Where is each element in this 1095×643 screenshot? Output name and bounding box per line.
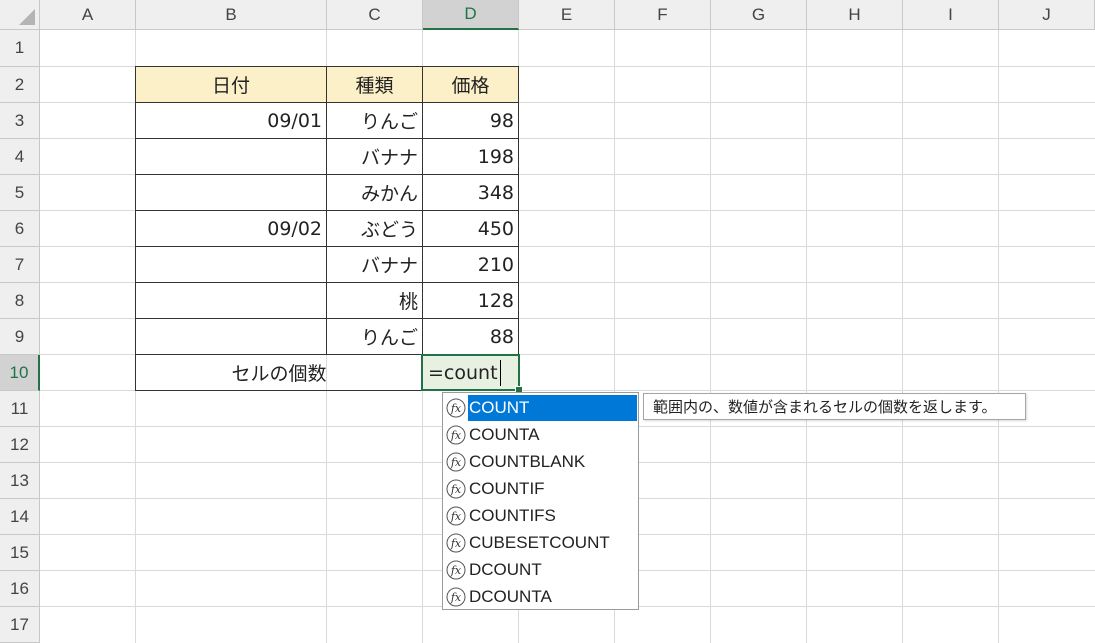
function-description-tooltip: 範囲内の、数値が含まれるセルの個数を返します。 (643, 393, 1026, 420)
row-header-12[interactable]: 12 (0, 427, 40, 463)
price-cell[interactable]: 98 (423, 103, 519, 139)
function-fx-icon: fx (445, 451, 467, 473)
row-header-5[interactable]: 5 (0, 175, 40, 211)
header-date[interactable]: 日付 (136, 67, 327, 103)
price-cell[interactable]: 210 (423, 247, 519, 283)
autocomplete-item-dcount[interactable]: fx DCOUNT (445, 557, 637, 583)
date-cell[interactable]: 09/01 (136, 103, 327, 139)
column-header-f[interactable]: F (615, 0, 711, 30)
row-header-13[interactable]: 13 (0, 463, 40, 499)
svg-text:fx: fx (450, 429, 462, 442)
autocomplete-item-cubesetcount[interactable]: fx CUBESETCOUNT (445, 530, 637, 556)
function-fx-icon: fx (445, 478, 467, 500)
column-header-e[interactable]: E (519, 0, 615, 30)
function-autocomplete-list: fx COUNT fx COUNTA fx COUNTBLANK fx COUN… (442, 392, 639, 610)
column-header-a[interactable]: A (40, 0, 136, 30)
price-cell[interactable]: 450 (423, 211, 519, 247)
function-fx-icon: fx (445, 505, 467, 527)
svg-text:fx: fx (450, 402, 462, 415)
date-cell[interactable] (136, 283, 327, 319)
svg-text:fx: fx (450, 537, 462, 550)
price-cell[interactable]: 198 (423, 139, 519, 175)
spreadsheet: A B C D E F G H I J 1 2 3 4 5 6 7 8 9 10… (0, 0, 1095, 643)
function-fx-icon: fx (445, 424, 467, 446)
row-header-2[interactable]: 2 (0, 67, 40, 103)
column-header-b[interactable]: B (136, 0, 327, 30)
row-header-15[interactable]: 15 (0, 535, 40, 571)
row-header-7[interactable]: 7 (0, 247, 40, 283)
price-cell[interactable]: 348 (423, 175, 519, 211)
function-fx-icon: fx (445, 559, 467, 581)
type-cell[interactable]: バナナ (327, 139, 423, 175)
row-header-8[interactable]: 8 (0, 283, 40, 319)
svg-text:fx: fx (450, 564, 462, 577)
type-cell[interactable]: りんご (327, 319, 423, 355)
autocomplete-item-countif[interactable]: fx COUNTIF (445, 476, 637, 502)
function-fx-icon: fx (445, 397, 467, 419)
column-header-h[interactable]: H (807, 0, 903, 30)
type-cell[interactable]: 桃 (327, 283, 423, 319)
row-header-16[interactable]: 16 (0, 571, 40, 607)
date-cell[interactable] (136, 247, 327, 283)
type-cell[interactable]: みかん (327, 175, 423, 211)
row-header-14[interactable]: 14 (0, 499, 40, 535)
svg-text:fx: fx (450, 510, 462, 523)
formula-input-text: =count (428, 361, 498, 384)
row-header-10[interactable]: 10 (0, 355, 40, 391)
svg-text:fx: fx (450, 591, 462, 604)
column-header-i[interactable]: I (903, 0, 999, 30)
header-price[interactable]: 価格 (423, 67, 519, 103)
date-cell[interactable] (136, 319, 327, 355)
summary-label-cell[interactable]: セルの個数 (136, 355, 423, 391)
column-header-g[interactable]: G (711, 0, 807, 30)
price-cell[interactable]: 128 (423, 283, 519, 319)
row-header-1[interactable]: 1 (0, 30, 40, 67)
date-cell[interactable] (136, 175, 327, 211)
column-header-d[interactable]: D (423, 0, 519, 30)
date-cell[interactable] (136, 139, 327, 175)
type-cell[interactable]: バナナ (327, 247, 423, 283)
autocomplete-item-countifs[interactable]: fx COUNTIFS (445, 503, 637, 529)
row-header-17[interactable]: 17 (0, 607, 40, 643)
column-header-j[interactable]: J (999, 0, 1095, 30)
date-cell[interactable]: 09/02 (136, 211, 327, 247)
row-header-3[interactable]: 3 (0, 103, 40, 139)
function-fx-icon: fx (445, 586, 467, 608)
price-cell[interactable]: 88 (423, 319, 519, 355)
active-cell-d10[interactable]: =count (421, 354, 520, 391)
type-cell[interactable]: りんご (327, 103, 423, 139)
row-header-11[interactable]: 11 (0, 391, 40, 427)
autocomplete-item-dcounta[interactable]: fx DCOUNTA (445, 584, 637, 610)
autocomplete-item-countblank[interactable]: fx COUNTBLANK (445, 449, 637, 475)
row-header-4[interactable]: 4 (0, 139, 40, 175)
autocomplete-item-counta[interactable]: fx COUNTA (445, 422, 637, 448)
select-all-corner[interactable] (0, 0, 40, 30)
row-header-9[interactable]: 9 (0, 319, 40, 355)
svg-text:fx: fx (450, 483, 462, 496)
text-caret (499, 359, 501, 386)
function-fx-icon: fx (445, 532, 467, 554)
autocomplete-item-count[interactable]: fx COUNT (445, 395, 637, 421)
column-header-c[interactable]: C (327, 0, 423, 30)
header-type[interactable]: 種類 (327, 67, 423, 103)
svg-text:fx: fx (450, 456, 462, 469)
row-header-6[interactable]: 6 (0, 211, 40, 247)
type-cell[interactable]: ぶどう (327, 211, 423, 247)
